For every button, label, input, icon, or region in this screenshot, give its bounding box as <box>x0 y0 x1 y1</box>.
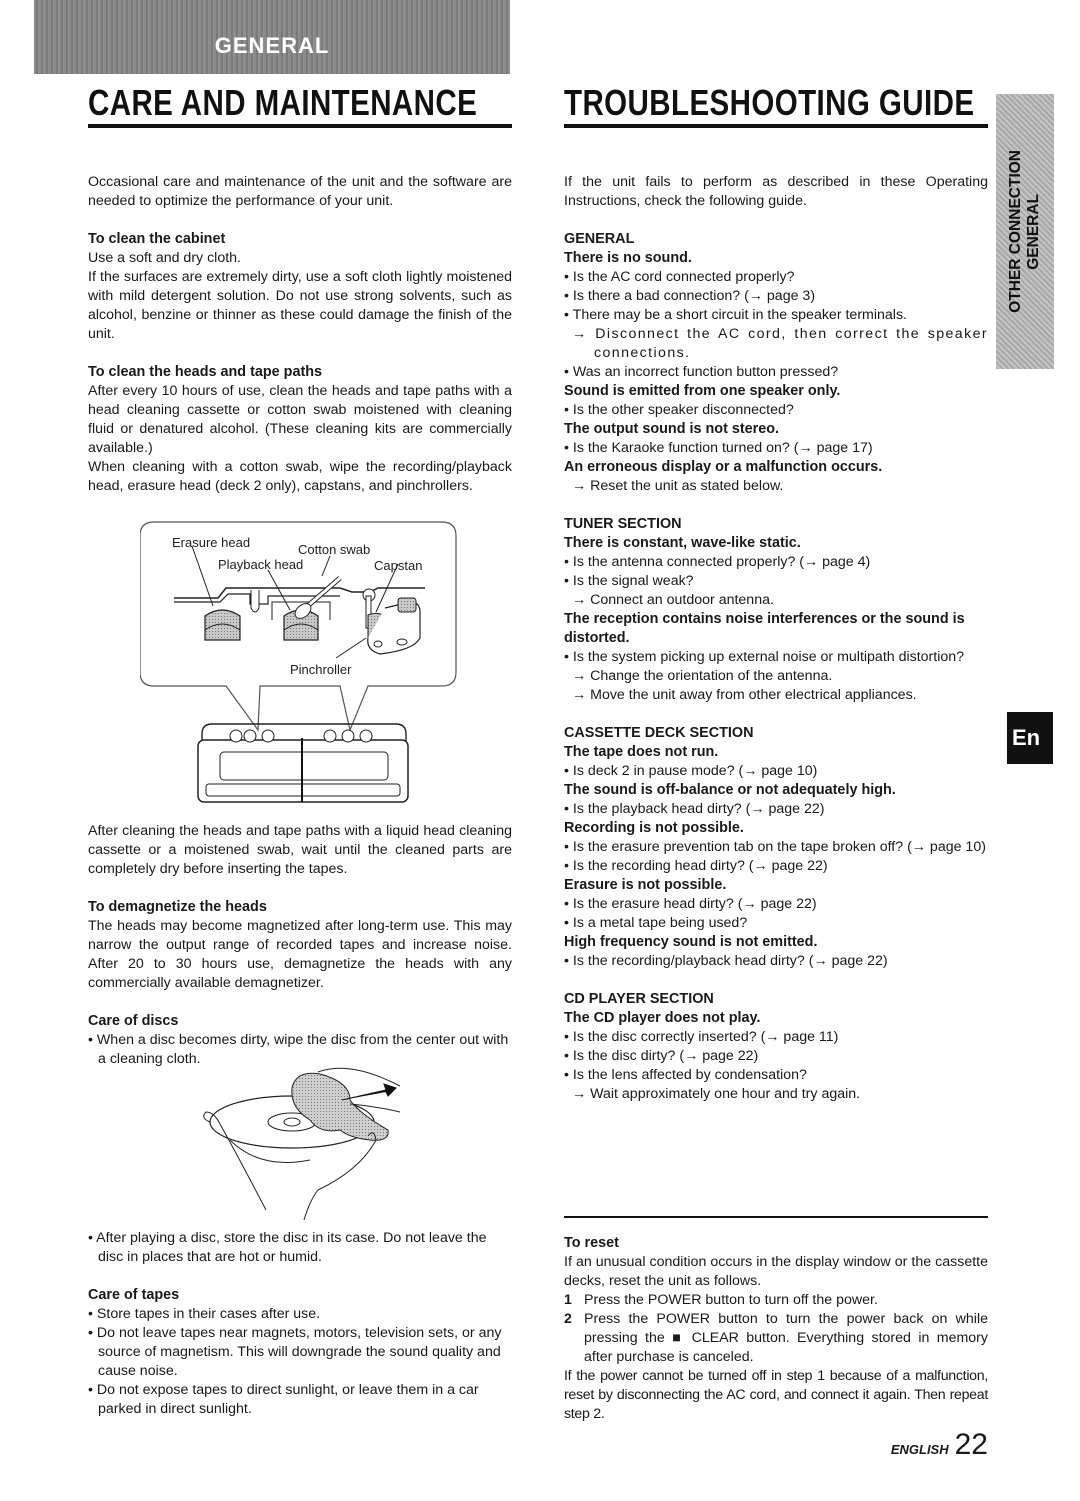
off-balance-heading: The sound is off-balance or not adequate… <box>564 782 896 798</box>
disc-cleaning-illustration <box>200 1060 401 1221</box>
tapes-item-1: • Store tapes in their cases after use. <box>88 1306 321 1322</box>
off-balance-b1: • Is the playback head dirty? (→ page 22… <box>564 801 825 817</box>
static-b1: • Is the antenna connected properly? (→ … <box>564 554 871 570</box>
erasure-head-shape <box>204 609 241 641</box>
noise-heading: The reception contains noise interferenc… <box>564 611 965 646</box>
tapes-heading: Care of tapes <box>88 1287 180 1303</box>
side-tab-line2: GENERAL <box>1025 193 1042 270</box>
label-cotton-swab: Cotton swab <box>298 542 371 557</box>
erasure-heading: Erasure is not possible. <box>564 877 727 893</box>
reset-divider <box>564 1216 988 1218</box>
step-number: 2 <box>564 1311 572 1327</box>
troubleshooting-title: TROUBLESHOOTING GUIDE <box>564 82 975 123</box>
recording-heading: Recording is not possible. <box>564 820 744 836</box>
left-column-top: Occasional care and maintenance of the u… <box>88 173 512 496</box>
noise-a1: → Change the orientation of the antenna. <box>572 668 833 684</box>
erasure-b2: • Is a metal tape being used? <box>564 915 748 931</box>
left-column-middle: After cleaning the heads and tape paths … <box>88 822 512 1069</box>
tape-head-diagram: Erasure head Cotton swab Playback head C… <box>139 520 480 820</box>
recording-b1: • Is the erasure prevention tab on the t… <box>564 839 986 855</box>
banner-label: GENERAL <box>214 33 330 58</box>
recording-b2: • Is the recording head dirty? (→ page 2… <box>564 858 828 874</box>
cd-section-title: CD PLAYER SECTION <box>564 991 714 1007</box>
reset-note: If the power cannot be turned off in ste… <box>564 1368 988 1422</box>
no-sound-b2: • Is there a bad connection? (→ page 3) <box>564 288 816 304</box>
erroneous-heading: An erroneous display or a malfunction oc… <box>564 459 883 475</box>
step-text: Press the POWER button to turn off the p… <box>584 1292 878 1308</box>
demagnetize-p1: The heads may become magnetized after lo… <box>88 918 512 991</box>
erroneous-a1: → Reset the unit as stated below. <box>572 478 784 494</box>
title-rule-right <box>564 124 988 128</box>
label-erasure-head: Erasure head <box>172 535 251 550</box>
reset-heading: To reset <box>564 1235 619 1251</box>
section-banner: GENERAL <box>34 0 510 74</box>
static-a1: → Connect an outdoor antenna. <box>572 592 774 608</box>
cd-b2: • Is the disc dirty? (→ page 22) <box>564 1048 759 1064</box>
label-capstan: Capstan <box>374 558 423 573</box>
static-heading: There is constant, wave-like static. <box>564 535 801 551</box>
tapes-item-3: • Do not expose tapes to direct sunlight… <box>88 1382 479 1417</box>
cassette-section-title: CASSETTE DECK SECTION <box>564 725 754 741</box>
troubleshooting-intro: If the unit fails to perform as describe… <box>564 174 988 209</box>
cd-not-play-heading: The CD player does not play. <box>564 1010 761 1026</box>
tapes-item-2: • Do not leave tapes near magnets, motor… <box>88 1325 502 1379</box>
noise-a2: → Move the unit away from other electric… <box>572 687 917 703</box>
discs-heading: Care of discs <box>88 1013 179 1029</box>
reset-section: To reset If an unusual condition occurs … <box>564 1234 988 1424</box>
no-sound-b1: • Is the AC cord connected properly? <box>564 269 795 285</box>
label-pinchroller: Pinchroller <box>290 662 352 677</box>
tuner-section-title: TUNER SECTION <box>564 516 682 532</box>
no-sound-b4: • Was an incorrect function button press… <box>564 364 839 380</box>
side-tab-other-connection-general[interactable]: OTHER CONNECTION GENERAL <box>996 94 1054 369</box>
footer-language: ENGLISH <box>890 1442 949 1457</box>
step-text: Press the POWER button to turn the power… <box>584 1311 988 1365</box>
cd-b1: • Is the disc correctly inserted? (→ pag… <box>564 1029 839 1045</box>
noise-b1: • Is the system picking up external nois… <box>564 649 965 665</box>
reset-step-2: 2 Press the POWER button to turn the pow… <box>564 1310 988 1367</box>
title-rule-left <box>88 124 512 128</box>
step-number: 1 <box>564 1292 572 1308</box>
care-maintenance-title: CARE AND MAINTENANCE <box>88 82 478 123</box>
reset-intro: If an unusual condition occurs in the di… <box>564 1254 988 1289</box>
one-speaker-b1: • Is the other speaker disconnected? <box>564 402 794 418</box>
demagnetize-heading: To demagnetize the heads <box>88 899 267 915</box>
no-sound-b3: • There may be a short circuit in the sp… <box>564 307 907 323</box>
cabinet-p2: If the surfaces are extremely dirty, use… <box>88 269 512 342</box>
cd-a1: → Wait approximately one hour and try ag… <box>572 1086 861 1102</box>
high-freq-heading: High frequency sound is not emitted. <box>564 934 818 950</box>
cabinet-p1: Use a soft and dry cloth. <box>88 250 241 266</box>
heads-heading: To clean the heads and tape paths <box>88 364 323 380</box>
care-intro: Occasional care and maintenance of the u… <box>88 174 512 209</box>
one-speaker-heading: Sound is emitted from one speaker only. <box>564 383 841 399</box>
not-stereo-b1: • Is the Karaoke function turned on? (→ … <box>564 440 873 456</box>
label-playback-head: Playback head <box>218 557 304 572</box>
side-tab-line1: OTHER CONNECTION <box>1007 150 1024 313</box>
heads-p1: After every 10 hours of use, clean the h… <box>88 383 512 456</box>
right-column: If the unit fails to perform as describe… <box>564 173 988 1104</box>
not-run-heading: The tape does not run. <box>564 744 719 760</box>
no-sound-a1: → Disconnect the AC cord, then correct t… <box>572 326 988 361</box>
not-run-b1: • Is deck 2 in pause mode? (→ page 10) <box>564 763 818 779</box>
general-section-title: GENERAL <box>564 231 635 247</box>
language-tab-en[interactable]: En <box>1007 712 1053 764</box>
discs-item-2: • After playing a disc, store the disc i… <box>88 1230 487 1265</box>
left-column-bottom: • After playing a disc, store the disc i… <box>88 1229 512 1419</box>
reset-step-1: 1 Press the POWER button to turn off the… <box>564 1291 988 1310</box>
page-footer: ENGLISH 22 <box>891 1428 988 1462</box>
static-b2: • Is the signal weak? <box>564 573 694 589</box>
no-sound-heading: There is no sound. <box>564 250 692 266</box>
after-cleaning-text: After cleaning the heads and tape paths … <box>88 823 512 877</box>
cd-b3: • Is the lens affected by condensation? <box>564 1067 807 1083</box>
high-freq-b1: • Is the recording/playback head dirty? … <box>564 953 888 969</box>
heads-p2: When cleaning with a cotton swab, wipe t… <box>88 459 512 494</box>
not-stereo-heading: The output sound is not stereo. <box>564 421 780 437</box>
cabinet-heading: To clean the cabinet <box>88 231 226 247</box>
page-number: 22 <box>954 1428 988 1461</box>
erasure-b1: • Is the erasure head dirty? (→ page 22) <box>564 896 817 912</box>
